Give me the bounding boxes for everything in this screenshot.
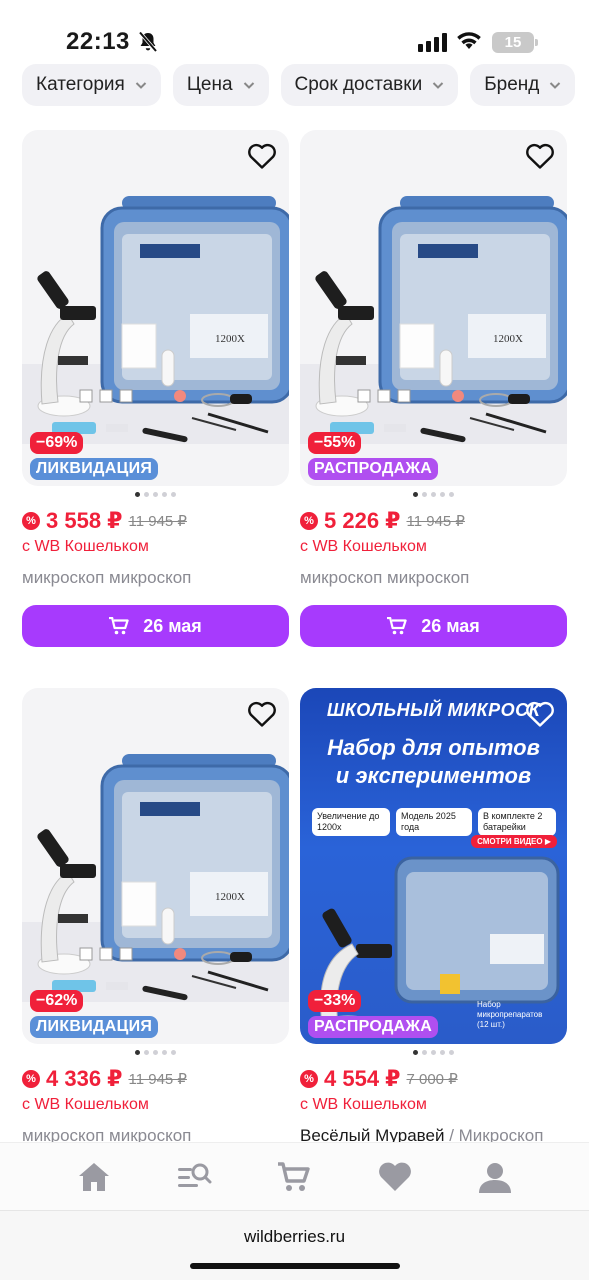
wallet-note: с WB Кошельком bbox=[300, 1096, 427, 1113]
chevron-down-icon bbox=[243, 82, 254, 89]
cart-icon bbox=[387, 617, 407, 635]
filter-brand[interactable]: Бренд bbox=[470, 64, 576, 106]
product-image[interactable]: −62% ЛИКВИДАЦИЯ bbox=[22, 688, 289, 1044]
delivery-date: 26 мая bbox=[421, 615, 480, 636]
bell-off-icon bbox=[138, 31, 158, 53]
promo-subline-2: и экспериментов bbox=[335, 763, 532, 788]
cart-icon bbox=[109, 617, 129, 635]
image-pager-dots bbox=[300, 492, 567, 498]
promo-tag: РАСПРОДАЖА bbox=[308, 1016, 439, 1038]
product-card[interactable]: ШКОЛЬНЫЙ МИКРОСК Набор для опытов и экспе… bbox=[300, 688, 567, 1146]
microscope-kit-image bbox=[22, 732, 289, 1002]
home-icon[interactable] bbox=[76, 1160, 112, 1194]
favorites-icon[interactable] bbox=[377, 1160, 413, 1194]
image-pager-dots bbox=[22, 1050, 289, 1056]
product-image[interactable]: ШКОЛЬНЫЙ МИКРОСК Набор для опытов и экспе… bbox=[300, 688, 567, 1044]
url-text[interactable]: wildberries.ru bbox=[0, 1227, 589, 1247]
promo-subline: Набор для опытов и экспериментов bbox=[300, 734, 567, 790]
favorite-heart-icon[interactable] bbox=[525, 700, 555, 728]
wallet-discount-icon bbox=[300, 1070, 318, 1088]
delivery-date: 26 мая bbox=[143, 615, 202, 636]
favorite-heart-icon[interactable] bbox=[247, 142, 277, 170]
cellular-signal-icon bbox=[418, 32, 447, 52]
product-card[interactable]: −55% РАСПРОДАЖА 5 226 ₽ 11 945 ₽ с WB Ко… bbox=[300, 130, 567, 647]
old-price: 7 000 ₽ bbox=[406, 1071, 458, 1088]
old-price: 11 945 ₽ bbox=[128, 1071, 187, 1088]
promo-feature: В комплекте 2 батарейки bbox=[478, 808, 556, 836]
filter-label: Бренд bbox=[484, 74, 540, 95]
product-card[interactable]: −69% ЛИКВИДАЦИЯ 3 558 ₽ 11 945 ₽ с WB Ко… bbox=[22, 130, 289, 647]
chevron-down-icon bbox=[432, 82, 444, 89]
product-image[interactable]: −69% ЛИКВИДАЦИЯ bbox=[22, 130, 289, 486]
favorite-heart-icon[interactable] bbox=[525, 142, 555, 170]
promo-tag: РАСПРОДАЖА bbox=[308, 458, 439, 480]
price-row: 4 336 ₽ 11 945 ₽ bbox=[22, 1066, 289, 1092]
wallet-note: с WB Кошельком bbox=[22, 1096, 149, 1113]
cart-icon[interactable] bbox=[276, 1160, 312, 1194]
chevron-down-icon bbox=[135, 82, 147, 89]
wallet-note: с WB Кошельком bbox=[22, 538, 149, 555]
status-time: 22:13 bbox=[66, 28, 130, 55]
product-card[interactable]: −62% ЛИКВИДАЦИЯ 4 336 ₽ 11 945 ₽ с WB Ко… bbox=[22, 688, 289, 1146]
wallet-note: с WB Кошельком bbox=[300, 538, 427, 555]
old-price: 11 945 ₽ bbox=[128, 513, 187, 530]
price: 5 226 ₽ bbox=[324, 508, 401, 533]
price-row: 4 554 ₽ 7 000 ₽ bbox=[300, 1066, 567, 1092]
filter-price[interactable]: Цена bbox=[172, 64, 269, 106]
discount-badge: −62% bbox=[30, 990, 84, 1012]
promo-feature: Модель 2025 года bbox=[396, 808, 472, 836]
discount-badge: −33% bbox=[308, 990, 362, 1012]
bottom-navigation bbox=[0, 1142, 589, 1210]
wallet-discount-icon bbox=[300, 512, 318, 530]
profile-icon[interactable] bbox=[477, 1160, 513, 1194]
price-row: 3 558 ₽ 11 945 ₽ bbox=[22, 508, 289, 534]
add-to-cart-button[interactable]: 26 мая bbox=[22, 605, 289, 647]
favorite-heart-icon[interactable] bbox=[247, 700, 277, 728]
filter-label: Категория bbox=[36, 74, 125, 95]
browser-address-bar[interactable]: wildberries.ru bbox=[0, 1210, 589, 1280]
battery-level: 15 bbox=[504, 34, 522, 51]
discount-badge: −55% bbox=[308, 432, 362, 454]
image-pager-dots bbox=[300, 1050, 567, 1056]
chevron-down-icon bbox=[550, 82, 561, 89]
battery-indicator: 15 bbox=[492, 32, 538, 53]
product-image[interactable]: −55% РАСПРОДАЖА bbox=[300, 130, 567, 486]
add-to-cart-button[interactable]: 26 мая bbox=[300, 605, 567, 647]
promo-tag: ЛИКВИДАЦИЯ bbox=[30, 1016, 159, 1038]
catalog-search-icon[interactable] bbox=[176, 1160, 212, 1194]
discount-badge: −69% bbox=[30, 432, 84, 454]
wallet-discount-icon bbox=[22, 512, 40, 530]
promo-subline-1: Набор для опытов bbox=[327, 735, 540, 760]
promo-feature: Увеличение до 1200х bbox=[312, 808, 390, 836]
promo-note: Набор микропрепаратов (12 шт.) bbox=[477, 1000, 543, 1029]
price: 4 554 ₽ bbox=[324, 1066, 401, 1091]
microscope-kit-image bbox=[22, 174, 289, 444]
microscope-kit-image bbox=[300, 174, 567, 444]
filter-bar: Категория Цена Срок доставки Бренд bbox=[22, 64, 589, 108]
filter-label: Срок доставки bbox=[294, 74, 423, 95]
price-row: 5 226 ₽ 11 945 ₽ bbox=[300, 508, 567, 534]
wifi-icon bbox=[457, 32, 481, 49]
product-name: микроскоп микроскоп bbox=[300, 568, 470, 587]
promo-tag: ЛИКВИДАЦИЯ bbox=[30, 458, 159, 480]
status-bar: 22:13 15 bbox=[0, 0, 589, 72]
filter-category[interactable]: Категория bbox=[22, 64, 161, 106]
filter-label: Цена bbox=[186, 74, 233, 95]
price: 3 558 ₽ bbox=[46, 508, 123, 533]
image-pager-dots bbox=[22, 492, 289, 498]
home-indicator bbox=[190, 1263, 400, 1269]
product-title[interactable]: микроскоп микроскоп bbox=[300, 568, 567, 588]
product-title[interactable]: микроскоп микроскоп bbox=[22, 568, 289, 588]
price: 4 336 ₽ bbox=[46, 1066, 123, 1091]
wallet-discount-icon bbox=[22, 1070, 40, 1088]
old-price: 11 945 ₽ bbox=[406, 513, 465, 530]
filter-delivery-time[interactable]: Срок доставки bbox=[280, 64, 459, 106]
product-name: микроскоп микроскоп bbox=[22, 568, 192, 587]
